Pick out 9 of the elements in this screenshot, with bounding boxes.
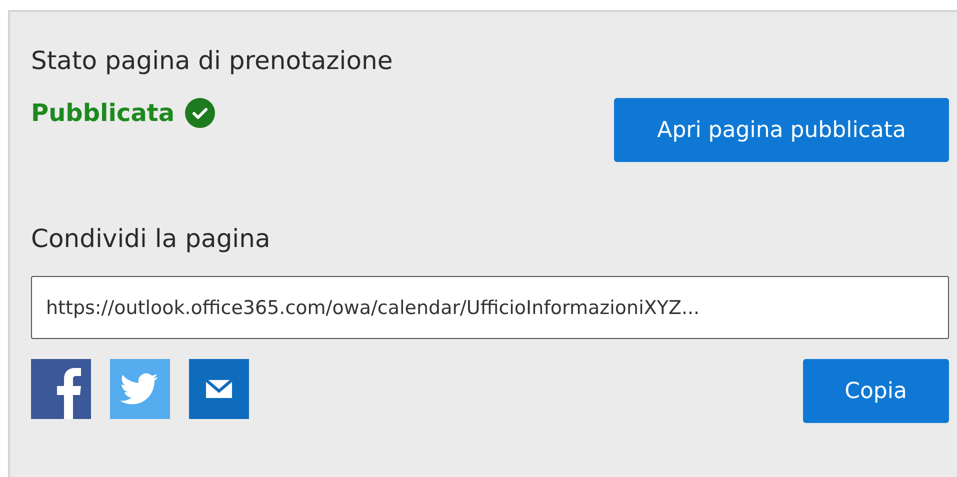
mail-icon[interactable] bbox=[189, 359, 249, 419]
copy-button[interactable]: Copia bbox=[802, 359, 949, 423]
link-field[interactable]: https://outlook.office365.com/owa/calendar/UfficioInformazioniXYZ... bbox=[31, 276, 949, 339]
open-page-button[interactable]: Apri pagina pubblicata bbox=[614, 98, 949, 162]
status-label: Pubblicata bbox=[31, 99, 175, 127]
section-heading: Stato pagina di prenotazione bbox=[31, 44, 394, 76]
facebook-icon[interactable] bbox=[31, 359, 91, 419]
check-circle-icon bbox=[184, 98, 215, 128]
section-heading: Condividi la pagina bbox=[31, 222, 272, 254]
